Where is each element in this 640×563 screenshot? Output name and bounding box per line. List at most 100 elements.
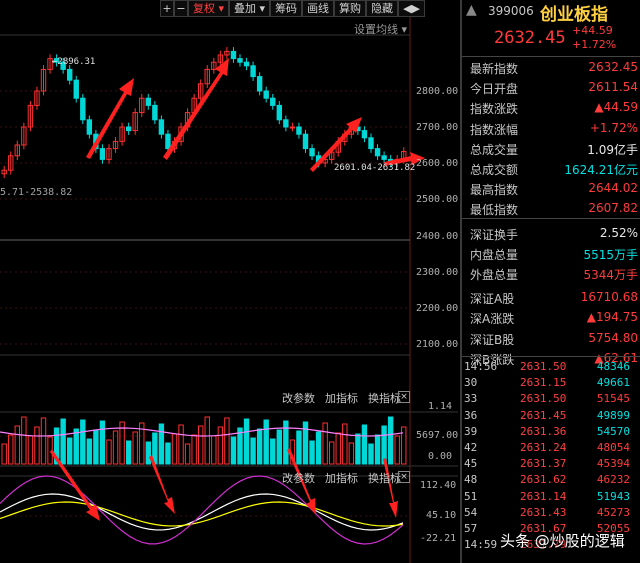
candle-body (309, 148, 315, 157)
price-tick: 2700.00 (416, 122, 459, 133)
quote-value: 2607.82 (588, 201, 638, 216)
low-price-label: 2601.04-2631.82 (334, 163, 416, 173)
overlay-button[interactable]: 叠加 ▾ (229, 0, 271, 17)
price-tick: 2200.00 (416, 303, 459, 314)
tick-row: 36 2631.45 49899 (462, 409, 634, 425)
close-icon[interactable]: × (398, 471, 410, 483)
tick-price: 2631.43 (520, 505, 567, 519)
volume-bar (158, 423, 165, 465)
index-code: 399006 (488, 4, 534, 18)
kline-chart-area[interactable]: + − 复权 ▾ 叠加 ▾ 筹码 画线 算购 隐藏 ◀▶ 设置均线 ▾ 2800… (0, 0, 458, 563)
current-price: 2632.45 (494, 28, 566, 48)
quote-label: 最高指数 (470, 183, 519, 198)
volume-bar (171, 433, 178, 465)
quote-row: 内盘总量 5515万手 (468, 246, 640, 265)
quote-label: 外盘总量 (470, 268, 519, 282)
tick-price: 2631.45 (520, 408, 567, 422)
candle-body (99, 148, 106, 160)
volume-tick: 0.00 (428, 451, 453, 462)
volume-bar (322, 422, 328, 465)
candle-body (165, 133, 171, 150)
more-arrows-button[interactable]: ◀▶ (398, 0, 425, 17)
candle-body (289, 126, 296, 129)
quote-header: ▲ 399006 创业板指 (462, 0, 640, 25)
volume-bar (394, 435, 400, 465)
volume-bar (335, 432, 341, 465)
candle-body (237, 58, 243, 63)
quote-label: 深证A股 (470, 292, 515, 307)
volume-bar (1, 443, 7, 465)
price-tick: 2500.00 (416, 194, 459, 205)
candle-body (152, 104, 158, 121)
quote-row: 指数涨幅 +1.72% (468, 121, 640, 140)
tick-volume: 45273 (596, 505, 630, 519)
quote-row: 今日开盘 2611.54 (468, 80, 640, 99)
volume-bar (191, 434, 197, 465)
volume-bar (34, 426, 40, 465)
fuquan-button[interactable]: 复权 ▾ (188, 0, 230, 17)
volume-bar (67, 437, 73, 465)
tick-volume: 51545 (596, 392, 630, 406)
add-indicator-button[interactable]: 加指标 (325, 470, 358, 486)
zoom-in-button[interactable]: + (160, 0, 174, 17)
edit-params-button[interactable]: 改参数 (282, 470, 315, 486)
tick-row: 30 2631.15 49661 (462, 376, 634, 392)
price-tick: 2100.00 (416, 339, 459, 350)
quote-row: 深证换手 2.52% (468, 226, 640, 245)
candle-body (296, 126, 302, 135)
volume-bar (8, 434, 14, 465)
draw-line-button[interactable]: 画线 (302, 0, 335, 17)
tick-row: 48 2631.62 46232 (462, 473, 634, 489)
volume-bar (125, 440, 132, 465)
tick-price: 2631.14 (520, 489, 567, 503)
tick-time: 51 (464, 489, 478, 503)
volume-bar (14, 425, 21, 465)
volume-bar (348, 442, 355, 465)
set-ma-dropdown[interactable]: 设置均线 ▾ (354, 21, 407, 37)
volume-bar (106, 439, 112, 465)
arrow-up-icon[interactable]: ▲ (466, 2, 477, 18)
chip-button[interactable]: 筹码 (270, 0, 303, 17)
candle-body (125, 126, 132, 132)
volume-bar (86, 438, 93, 465)
price-change-pct: +1.72% (572, 38, 617, 51)
volume-bar (230, 436, 237, 465)
edit-params-button[interactable]: 改参数 (282, 390, 315, 406)
tick-time: 42 (464, 441, 478, 454)
tick-price: 2631.24 (520, 441, 567, 454)
kdj-k-line (0, 493, 404, 531)
switch-indicator-button[interactable]: 换指标 (368, 470, 401, 486)
quote-value: +1.72% (589, 120, 638, 135)
close-icon[interactable]: × (398, 391, 410, 403)
volume-bar (243, 418, 250, 465)
quote-value: 5344万手 (583, 268, 638, 282)
add-indicator-button[interactable]: 加指标 (325, 390, 358, 406)
switch-indicator-button[interactable]: 换指标 (368, 390, 401, 406)
candle-body (368, 137, 374, 150)
tick-row: 33 2631.50 51545 (462, 392, 634, 408)
quote-row: 总成交量 1.09亿手 (468, 141, 640, 160)
tick-volume: 48054 (596, 441, 630, 454)
candle-body (86, 119, 93, 135)
candle-body (302, 133, 309, 150)
volume-bar (263, 419, 269, 465)
quote-row: 最新指数 2632.45 (468, 60, 640, 79)
hide-button[interactable]: 隐藏 (366, 0, 399, 17)
quote-label: 最低指数 (470, 203, 519, 218)
volume-bar (211, 435, 217, 465)
watermark: 头条 @炒股的逻辑 (500, 532, 625, 550)
tick-time: 39 (464, 424, 478, 438)
tick-volume: 49661 (596, 376, 630, 390)
zoom-out-button[interactable]: − (174, 0, 188, 17)
volume-bar (132, 431, 138, 465)
quote-value: 2632.45 (588, 60, 638, 74)
tick-row: 51 2631.14 51943 (462, 490, 634, 506)
subscribe-button[interactable]: 算购 (334, 0, 367, 17)
volume-bar (361, 424, 368, 465)
quote-row: 总成交额 1624.21亿元 (468, 161, 640, 180)
volume-bar (21, 416, 27, 465)
candle-body (263, 90, 269, 99)
high-price-label: ←2896.31 (52, 57, 96, 67)
price-tick: 2300.00 (416, 267, 459, 278)
volume-bar (184, 443, 191, 465)
